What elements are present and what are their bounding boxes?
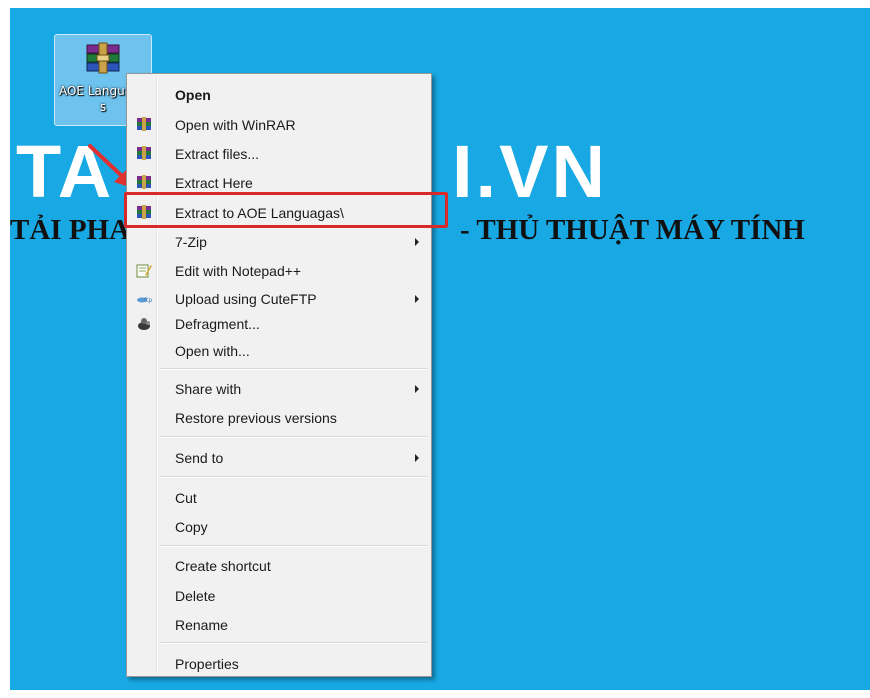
menu-item-rename[interactable]: Rename (129, 610, 429, 639)
winrar-archive-icon (86, 42, 120, 74)
menu-item-label: Share with (175, 381, 242, 397)
menu-item-label: Defragment... (175, 316, 260, 332)
menu-item-defragment[interactable]: Defragment... (129, 309, 429, 338)
watermark-tagline-left: TẢI PHA (10, 214, 131, 246)
menu-separator (161, 642, 427, 644)
menu-item-label: Create shortcut (175, 558, 271, 574)
menu-separator (161, 436, 427, 438)
menu-item-extract-files[interactable]: Extract files... (129, 139, 429, 168)
menu-item-label: Rename (175, 617, 228, 633)
menu-separator (161, 368, 427, 370)
menu-item-label: Extract Here (175, 175, 253, 191)
menu-separator (161, 545, 427, 547)
menu-item-label: Upload using CuteFTP (175, 291, 317, 307)
watermark-brand-right: I.VN (452, 130, 608, 213)
menu-item-label: Delete (175, 588, 216, 604)
notepadpp-icon (136, 264, 152, 278)
defrag-icon (138, 318, 150, 330)
winrar-icon (137, 117, 151, 131)
highlight-box (124, 192, 448, 228)
context-menu: Open Open with WinRAR Extract files... E… (126, 73, 432, 677)
menu-item-label: Restore previous versions (175, 410, 337, 426)
menu-item-label: Open with WinRAR (175, 117, 296, 133)
menu-item-label: Open with... (175, 343, 250, 359)
menu-item-label: Send to (175, 450, 224, 466)
menu-item-label: Extract files... (175, 146, 260, 162)
menu-item-open[interactable]: Open (129, 80, 429, 109)
menu-item-copy[interactable]: Copy (129, 512, 429, 541)
menu-item-send-to[interactable]: Send to (129, 443, 429, 472)
submenu-arrow-icon (415, 454, 419, 462)
menu-separator (161, 476, 427, 478)
cuteftp-icon: ftp (137, 297, 152, 304)
menu-item-label: Cut (175, 490, 197, 506)
watermark-tagline-right: - THỦ THUẬT MÁY TÍNH (460, 214, 805, 246)
menu-item-7zip[interactable]: 7-Zip (129, 227, 429, 256)
svg-text:ftp: ftp (144, 297, 152, 304)
menu-item-create-shortcut[interactable]: Create shortcut (129, 551, 429, 580)
menu-item-label: 7-Zip (175, 234, 207, 250)
menu-item-properties[interactable]: Properties (129, 649, 429, 678)
menu-item-cut[interactable]: Cut (129, 483, 429, 512)
winrar-icon (137, 175, 151, 189)
menu-item-label: Properties (175, 656, 239, 672)
submenu-arrow-icon (415, 238, 419, 246)
menu-item-edit-with-notepadpp[interactable]: Edit with Notepad++ (129, 256, 429, 285)
submenu-arrow-icon (415, 295, 419, 303)
winrar-icon (137, 146, 151, 160)
menu-item-share-with[interactable]: Share with (129, 374, 429, 403)
menu-item-label: Edit with Notepad++ (175, 263, 302, 279)
menu-item-delete[interactable]: Delete (129, 581, 429, 610)
menu-item-label: Open (175, 87, 211, 103)
menu-item-restore-previous-versions[interactable]: Restore previous versions (129, 403, 429, 432)
menu-item-open-with-winrar[interactable]: Open with WinRAR (129, 110, 429, 139)
menu-item-open-with[interactable]: Open with... (129, 336, 429, 365)
menu-item-label: Copy (175, 519, 208, 535)
submenu-arrow-icon (415, 385, 419, 393)
